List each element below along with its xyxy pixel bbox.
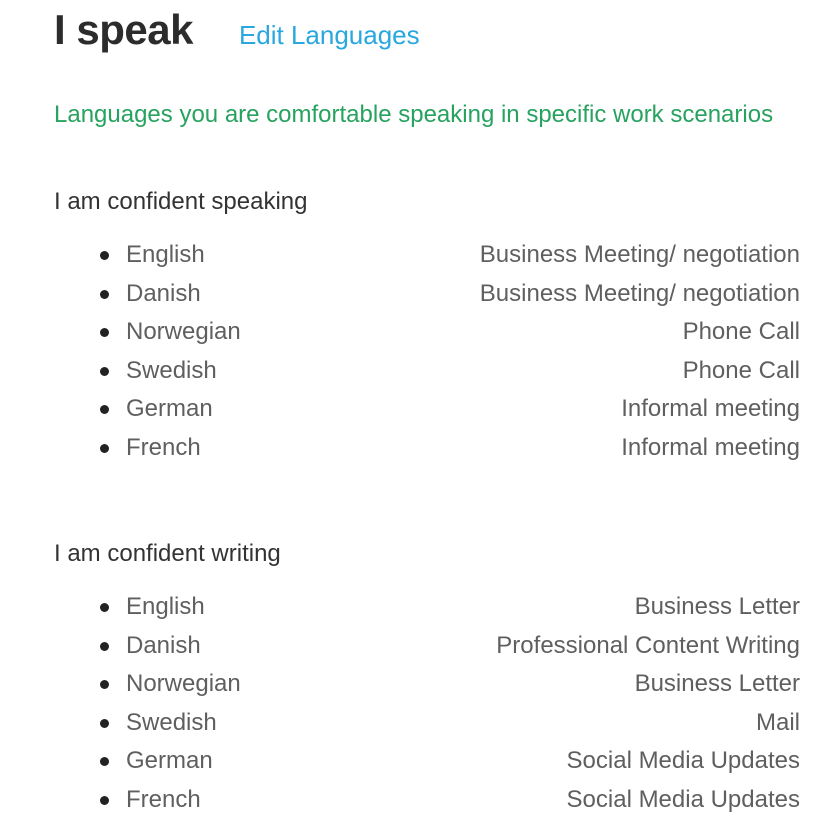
list-item: English Business Letter <box>100 588 800 627</box>
bullet-icon <box>100 405 109 414</box>
list-item: Danish Professional Content Writing <box>100 627 800 666</box>
language-name: Danish <box>126 632 201 660</box>
bullet-icon <box>100 444 109 453</box>
language-scenario: Social Media Updates <box>567 747 800 775</box>
bullet-icon <box>100 642 109 651</box>
list-item: Swedish Mail <box>100 704 800 743</box>
language-name: Swedish <box>126 357 217 385</box>
list-item: Swedish Phone Call <box>100 352 800 391</box>
bullet-icon <box>100 719 109 728</box>
list-item: German Informal meeting <box>100 390 800 429</box>
language-name: French <box>126 434 201 462</box>
language-scenario: Phone Call <box>683 318 800 346</box>
writing-language-list: English Business Letter Danish Professio… <box>100 588 800 819</box>
language-scenario: Business Meeting/ negotiation <box>480 280 800 308</box>
bullet-icon <box>100 680 109 689</box>
writing-heading: I am confident writing <box>54 540 281 568</box>
list-item: German Social Media Updates <box>100 742 800 781</box>
language-name: French <box>126 786 201 814</box>
bullet-icon <box>100 367 109 376</box>
list-item: French Social Media Updates <box>100 781 800 819</box>
list-item: French Informal meeting <box>100 429 800 468</box>
language-scenario: Professional Content Writing <box>496 632 800 660</box>
list-item: Norwegian Phone Call <box>100 313 800 352</box>
language-scenario: Mail <box>756 709 800 737</box>
language-scenario: Social Media Updates <box>567 786 800 814</box>
language-scenario: Informal meeting <box>621 395 800 423</box>
list-item: Norwegian Business Letter <box>100 665 800 704</box>
speaking-language-list: English Business Meeting/ negotiation Da… <box>100 236 800 467</box>
language-name: Swedish <box>126 709 217 737</box>
language-name: Danish <box>126 280 201 308</box>
bullet-icon <box>100 290 109 299</box>
languages-description: Languages you are comfortable speaking i… <box>54 96 774 133</box>
bullet-icon <box>100 251 109 260</box>
language-name: Norwegian <box>126 318 241 346</box>
bullet-icon <box>100 328 109 337</box>
language-scenario: Business Letter <box>635 670 800 698</box>
list-item: English Business Meeting/ negotiation <box>100 236 800 275</box>
page-title: I speak <box>54 6 193 54</box>
bullet-icon <box>100 603 109 612</box>
bullet-icon <box>100 757 109 766</box>
speaking-heading: I am confident speaking <box>54 188 308 216</box>
list-item: Danish Business Meeting/ negotiation <box>100 275 800 314</box>
language-name: German <box>126 747 213 775</box>
language-scenario: Phone Call <box>683 357 800 385</box>
language-scenario: Informal meeting <box>621 434 800 462</box>
languages-panel: I speak Edit Languages Languages you are… <box>0 0 820 816</box>
language-scenario: Business Meeting/ negotiation <box>480 241 800 269</box>
bullet-icon <box>100 796 109 805</box>
language-name: German <box>126 395 213 423</box>
language-name: English <box>126 241 205 269</box>
language-name: English <box>126 593 205 621</box>
language-scenario: Business Letter <box>635 593 800 621</box>
language-name: Norwegian <box>126 670 241 698</box>
header: I speak Edit Languages <box>54 6 420 62</box>
edit-languages-link[interactable]: Edit Languages <box>239 20 420 51</box>
